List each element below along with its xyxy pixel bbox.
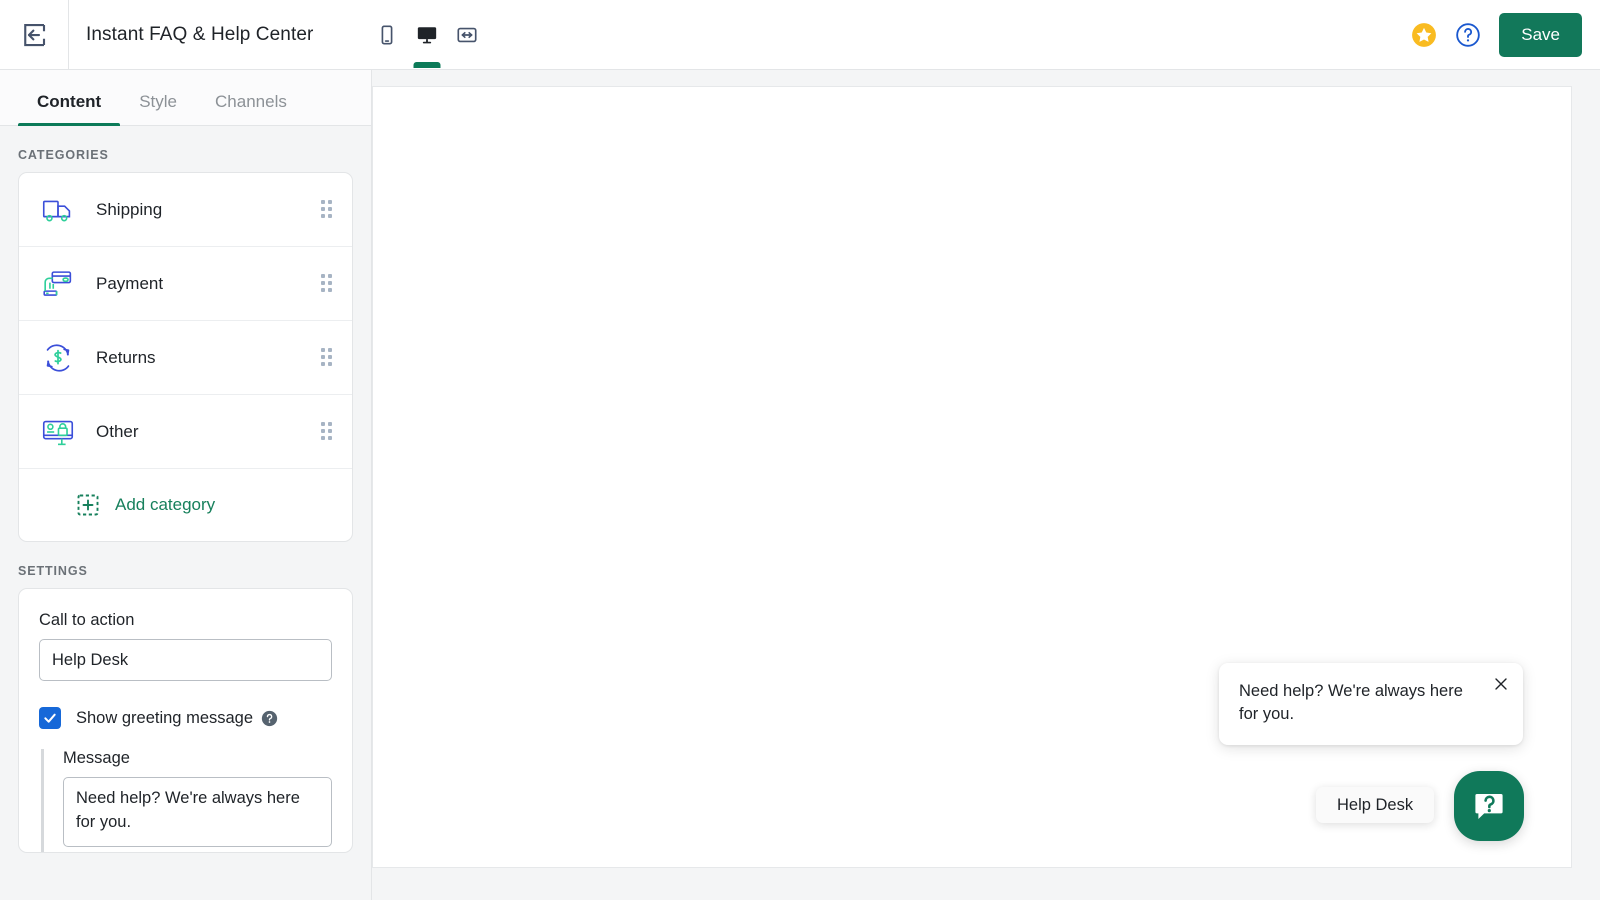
checkmark-icon bbox=[44, 713, 56, 723]
cta-field-label: Call to action bbox=[39, 611, 135, 629]
sidebar-tabs: Content Style Channels bbox=[0, 70, 371, 126]
topbar-actions: Save bbox=[1411, 0, 1582, 70]
show-greeting-row[interactable]: Show greeting message bbox=[39, 707, 332, 729]
tab-content[interactable]: Content bbox=[18, 92, 121, 126]
back-button[interactable] bbox=[0, 0, 69, 69]
delivery-truck-icon bbox=[42, 200, 71, 221]
close-icon[interactable] bbox=[1493, 676, 1509, 692]
drag-handle[interactable] bbox=[321, 199, 335, 220]
topbar: Instant FAQ & Help Center Save bbox=[0, 0, 1600, 70]
message-field-label: Message bbox=[63, 749, 130, 767]
credit-card-hand-icon bbox=[43, 270, 72, 296]
resize-horizontal-icon bbox=[457, 27, 477, 43]
page-title: Instant FAQ & Help Center bbox=[86, 23, 314, 45]
mobile-icon bbox=[381, 25, 393, 45]
greeting-bubble-text: Need help? We're always here for you. bbox=[1239, 682, 1463, 724]
greeting-message-block: Message bbox=[41, 749, 332, 852]
drag-handle[interactable] bbox=[321, 273, 335, 294]
chat-question-icon bbox=[1475, 794, 1503, 819]
drag-handle[interactable] bbox=[321, 421, 335, 442]
category-label: Shipping bbox=[96, 199, 163, 219]
device-button-desktop[interactable] bbox=[414, 0, 440, 70]
settings-card: Call to action Show greeting message Mes… bbox=[18, 588, 353, 853]
settings-section-label: SETTINGS bbox=[18, 564, 88, 578]
drag-handle[interactable] bbox=[321, 347, 335, 368]
show-greeting-checkbox[interactable] bbox=[39, 707, 61, 729]
favorite-star-button[interactable] bbox=[1411, 22, 1437, 48]
categories-card: Shipping Payment Returns Other Add categ… bbox=[18, 172, 353, 542]
help-button[interactable] bbox=[1455, 22, 1481, 48]
desktop-icon bbox=[417, 27, 437, 44]
app-root: Instant FAQ & Help Center Save Content S… bbox=[0, 0, 1600, 900]
info-question-icon[interactable] bbox=[261, 710, 278, 727]
show-greeting-label: Show greeting message bbox=[76, 708, 254, 727]
greeting-bubble: Need help? We're always here for you. bbox=[1219, 663, 1523, 745]
category-row-payment[interactable]: Payment bbox=[19, 247, 352, 321]
back-arrow-icon bbox=[24, 23, 46, 46]
category-label: Payment bbox=[96, 273, 164, 293]
sidebar: Content Style Channels CATEGORIES Shippi… bbox=[0, 70, 372, 900]
tab-style[interactable]: Style bbox=[120, 92, 196, 125]
category-row-returns[interactable]: Returns bbox=[19, 321, 352, 395]
category-row-other[interactable]: Other bbox=[19, 395, 352, 469]
tab-channels[interactable]: Channels bbox=[196, 92, 306, 125]
preview-canvas: Need help? We're always here for you. He… bbox=[372, 86, 1572, 868]
category-row-shipping[interactable]: Shipping bbox=[19, 173, 352, 247]
preview-cta-pill[interactable]: Help Desk bbox=[1316, 787, 1435, 823]
monitor-shopping-bag-icon bbox=[42, 420, 74, 445]
cta-input[interactable] bbox=[39, 639, 332, 681]
preview-area: Need help? We're always here for you. He… bbox=[372, 70, 1600, 900]
message-textarea[interactable] bbox=[63, 777, 332, 847]
categories-section-label: CATEGORIES bbox=[18, 148, 109, 162]
device-button-mobile[interactable] bbox=[374, 0, 400, 70]
add-category-label: Add category bbox=[115, 495, 216, 514]
save-button[interactable]: Save bbox=[1499, 13, 1582, 57]
refund-cycle-icon bbox=[46, 343, 70, 372]
question-circle-icon bbox=[1456, 23, 1481, 47]
widget-launcher-button[interactable] bbox=[1454, 771, 1524, 841]
category-label: Returns bbox=[96, 347, 156, 367]
device-preview-switch bbox=[374, 0, 480, 70]
device-button-fullwidth[interactable] bbox=[454, 0, 480, 70]
dashed-plus-icon bbox=[77, 494, 99, 516]
category-label: Other bbox=[96, 421, 139, 441]
star-icon bbox=[1412, 23, 1437, 47]
add-category-button[interactable]: Add category bbox=[19, 469, 352, 541]
